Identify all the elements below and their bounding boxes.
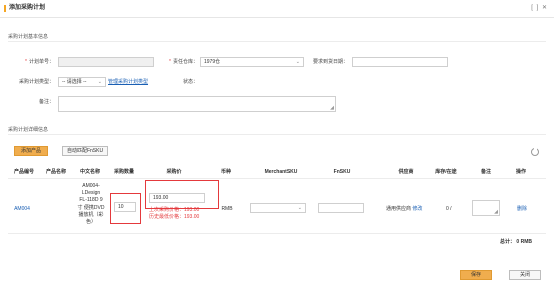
quantity-input[interactable]: 10 — [114, 202, 136, 212]
resize-grip-icon[interactable]: ◢ — [494, 210, 498, 215]
section-divider — [8, 134, 546, 135]
total-currency: RMB — [520, 239, 532, 245]
supplier-edit-link[interactable]: 修改 — [412, 206, 422, 212]
chevron-down-icon: ⌄ — [297, 205, 302, 211]
last-price-note: 上次采购价格：193.00 — [149, 207, 200, 213]
auto-match-fnsku-button[interactable]: 自动匹配FnSKU — [62, 146, 108, 156]
cn-name-line: 色） — [85, 219, 96, 226]
plan-no-field — [58, 57, 154, 67]
table-bottom-divider — [8, 233, 546, 234]
total-label: 总计： — [500, 239, 516, 245]
cn-name-cell: AM004- LDesign FL-118D 9 寸 便携DVD 播放机（彩 色… — [74, 183, 108, 226]
col-currency: 币种 — [220, 169, 231, 175]
refresh-icon[interactable] — [531, 147, 539, 156]
cn-name-line: 寸 便携DVD — [77, 204, 105, 211]
status-label: 状态： — [182, 79, 198, 85]
price-input[interactable]: 193.00 — [149, 193, 205, 203]
col-cn-name: 中文名称 — [79, 169, 100, 175]
delete-row-link[interactable]: 删除 — [512, 206, 532, 213]
detail-section-title: 采购计划详细信息 — [8, 127, 49, 133]
cn-name-line: LDesign — [81, 190, 101, 197]
dialog-title: 添加采购计划 — [9, 5, 46, 11]
save-button[interactable]: 保存 — [460, 270, 492, 280]
min-price-note: 历史最低价格：193.00 — [149, 214, 200, 220]
chevron-down-icon: ⌄ — [295, 59, 300, 65]
currency-cell: RMB — [221, 206, 233, 212]
section-divider — [8, 41, 546, 42]
plan-type-select[interactable]: -- 请选择 -- ⌄ — [58, 77, 106, 87]
close-button[interactable]: 关闭 — [509, 270, 541, 280]
cn-name-line: 播放机（彩 — [78, 211, 104, 218]
total-summary: 总计： 0 RMB — [500, 239, 532, 246]
fnsku-input[interactable] — [318, 203, 364, 213]
cn-name-line: FL-118D 9 — [79, 197, 103, 204]
col-price: 采购价 — [166, 169, 182, 175]
warehouse-select-value: 1979仓 — [204, 59, 221, 65]
col-product-name: 产品名称 — [45, 169, 66, 175]
remark-textarea[interactable]: ◢ — [58, 96, 336, 112]
window-controls[interactable]: [ ] ✕ — [531, 5, 548, 12]
resize-grip-icon[interactable]: ◢ — [330, 106, 334, 111]
col-actions: 操作 — [515, 169, 526, 175]
basic-section-title: 采购计划基本信息 — [8, 34, 49, 40]
merchant-sku-select[interactable]: ⌄ — [250, 203, 306, 213]
plan-type-select-value: -- 请选择 -- — [62, 79, 87, 85]
table-header-divider — [8, 178, 546, 179]
cn-name-line: AM004- — [82, 183, 100, 189]
col-stock: 库存/在途 — [435, 169, 457, 175]
plan-type-label: 采购计划类型： — [18, 79, 54, 85]
col-remark: 备注 — [480, 169, 491, 175]
arrival-date-field[interactable] — [352, 57, 448, 67]
window-controls-glyphs[interactable]: [ ] ✕ — [531, 5, 548, 11]
supplier-name: 通用供应商 — [386, 206, 412, 212]
add-product-button[interactable]: 添加产品 — [14, 146, 48, 156]
total-value: 0 — [516, 239, 520, 245]
col-supplier: 供应商 — [398, 169, 414, 175]
row-remark-textarea[interactable]: ◢ — [472, 200, 500, 216]
product-no-link[interactable]: AM004 — [8, 206, 36, 213]
manage-plan-type-link[interactable]: 管理采购计划类型 — [108, 79, 148, 86]
chevron-down-icon: ⌄ — [97, 79, 102, 85]
arrival-date-label: 要求到货日期： — [312, 59, 348, 65]
col-product-no: 产品编号 — [13, 169, 34, 175]
col-fnsku: FnSKU — [333, 169, 351, 175]
col-quantity: 采购数量 — [113, 169, 134, 175]
supplier-cell: 通用供应商 修改 — [386, 206, 422, 213]
remark-label: 备注： — [38, 99, 54, 105]
warehouse-select[interactable]: 1979仓 ⌄ — [200, 57, 304, 67]
dialog-header: 添加采购计划 [ ] ✕ — [0, 0, 554, 18]
col-merchant-sku: MerchantSKU — [264, 169, 298, 175]
title-accent-bar — [4, 5, 6, 12]
stock-cell: 0 / — [446, 206, 452, 212]
warehouse-label: * 责任仓库： — [169, 59, 198, 65]
plan-no-label: * 计划单号： — [25, 59, 54, 65]
